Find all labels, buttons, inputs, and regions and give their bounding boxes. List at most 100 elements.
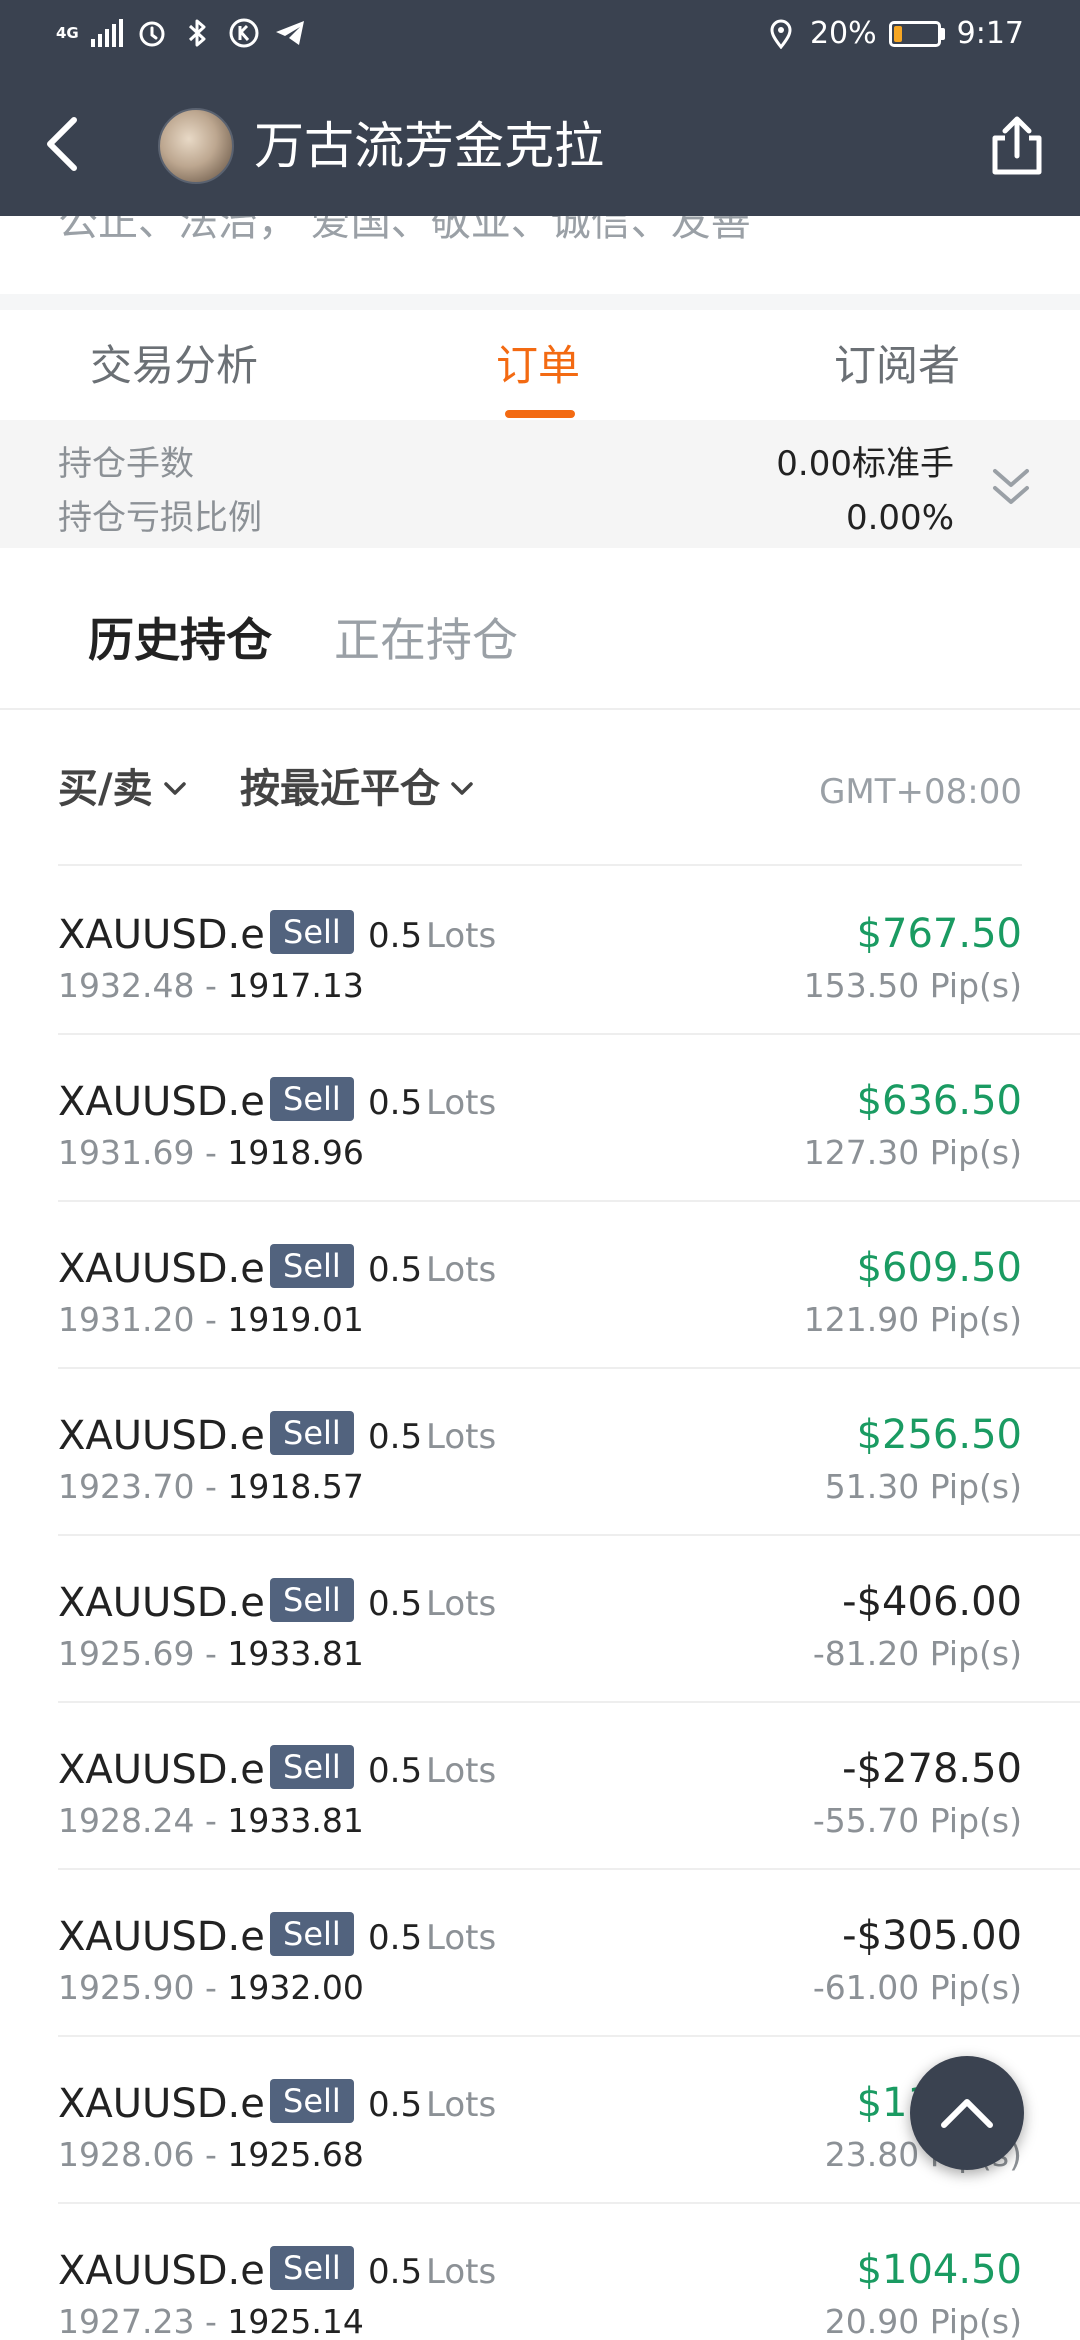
order-symbol: XAUUSD.e — [58, 1914, 265, 1960]
order-profit: -$278.50 — [842, 1746, 1022, 1792]
order-side-badge: Sell — [270, 2246, 354, 2290]
order-profit: $104.50 — [856, 2247, 1022, 2293]
k-app-icon — [227, 16, 261, 50]
order-prices: 1925.90 - 1932.00 — [58, 1966, 364, 2010]
order-close-price: 1919.01 — [227, 1300, 364, 1339]
order-close-price: 1925.14 — [227, 2302, 364, 2340]
network-type: 4G — [56, 23, 79, 42]
order-pips: 153.50 Pip(s) — [803, 966, 1022, 1005]
order-lots: 0.5 — [368, 1083, 423, 1123]
clock-time: 9:17 — [956, 16, 1024, 51]
order-pips: 51.30 Pip(s) — [824, 1467, 1022, 1506]
telegram-icon — [273, 16, 307, 50]
order-close-price: 1925.68 — [227, 2135, 364, 2174]
divider — [58, 864, 1022, 866]
chevron-left-icon — [47, 117, 77, 171]
order-open-price: 1925.90 — [58, 1968, 195, 2007]
order-lots: 0.5 — [368, 1918, 423, 1958]
order-row[interactable]: XAUUSD.e Sell 0.5 Lots 1932.48 - 1917.13 $767… — [58, 868, 1080, 1035]
alarm-icon — [135, 16, 169, 50]
sort-filter[interactable]: 按最近平仓 — [240, 764, 474, 814]
order-profit: $767.50 — [856, 911, 1022, 957]
order-row[interactable]: XAUUSD.e Sell 0.5 Lots 1931.20 - 1919.01 $609… — [58, 1202, 1080, 1369]
order-prices: 1925.69 - 1933.81 — [58, 1632, 364, 1676]
loss-ratio-value: 0.00% — [845, 498, 954, 538]
order-pips: -81.20 Pip(s) — [812, 1634, 1022, 1673]
share-button[interactable] — [982, 110, 1052, 180]
side-filter[interactable]: 买/卖 — [58, 764, 187, 814]
order-open-price: 1931.69 — [58, 1133, 195, 1172]
scroll-top-button[interactable] — [910, 2056, 1024, 2170]
tab-orders[interactable]: 订单 — [496, 340, 580, 392]
page-title: 万古流芳金克拉 — [254, 117, 604, 175]
order-lots-unit: Lots — [426, 1250, 497, 1290]
order-open-price: 1931.20 — [58, 1300, 195, 1339]
bio-text: 公正、法治， 爱国、敬业、诚信、友善 — [58, 216, 751, 245]
order-close-price: 1933.81 — [227, 1801, 364, 1840]
avatar[interactable] — [158, 108, 234, 184]
order-symbol: XAUUSD.e — [58, 912, 265, 958]
order-lots-unit: Lots — [426, 1417, 497, 1457]
position-summary: 持仓手数 0.00标准手 持仓亏损比例 0.00% — [0, 420, 1080, 548]
order-side-badge: Sell — [270, 1578, 354, 1622]
order-prices: 1931.20 - 1919.01 — [58, 1298, 364, 1342]
section-divider — [0, 294, 1080, 310]
subtab-history[interactable]: 历史持仓 — [88, 612, 272, 668]
order-close-price: 1918.57 — [227, 1467, 364, 1506]
price-separator: - — [194, 1467, 228, 1506]
expand-summary-button[interactable] — [986, 462, 1036, 512]
order-side-badge: Sell — [270, 1411, 354, 1455]
order-close-price: 1918.96 — [227, 1133, 364, 1172]
order-symbol: XAUUSD.e — [58, 1747, 265, 1793]
order-open-price: 1925.69 — [58, 1634, 195, 1673]
price-separator: - — [194, 966, 228, 1005]
order-close-price: 1933.81 — [227, 1634, 364, 1673]
battery-icon — [888, 20, 945, 47]
order-symbol: XAUUSD.e — [58, 1246, 265, 1292]
back-button[interactable] — [30, 112, 94, 176]
order-row[interactable]: XAUUSD.e Sell 0.5 Lots 1931.69 - 1918.96 $636… — [58, 1035, 1080, 1202]
order-lots-unit: Lots — [426, 2252, 497, 2292]
share-icon — [992, 116, 1042, 175]
price-separator: - — [194, 1133, 228, 1172]
order-side-badge: Sell — [270, 2079, 354, 2123]
double-chevron-down-icon — [993, 469, 1029, 504]
order-close-price: 1917.13 — [227, 966, 364, 1005]
tab-trade-analysis[interactable]: 交易分析 — [90, 340, 258, 392]
order-side-badge: Sell — [270, 1244, 354, 1288]
price-separator: - — [194, 1300, 228, 1339]
order-prices: 1923.70 - 1918.57 — [58, 1465, 364, 1509]
order-open-price: 1932.48 — [58, 966, 195, 1005]
order-row[interactable]: XAUUSD.e Sell 0.5 Lots 1928.24 - 1933.81 -$27… — [58, 1703, 1080, 1870]
chevron-up-icon — [941, 2099, 993, 2128]
order-row[interactable]: XAUUSD.e Sell 0.5 Lots 1927.23 - 1925.14 $104… — [58, 2204, 1080, 2340]
order-prices: 1928.06 - 1925.68 — [58, 2133, 364, 2177]
price-separator: - — [194, 1968, 228, 2007]
order-symbol: XAUUSD.e — [58, 2248, 265, 2294]
tab-subscribers[interactable]: 订阅者 — [834, 340, 960, 392]
order-lots-unit: Lots — [426, 2085, 497, 2125]
order-row[interactable]: XAUUSD.e Sell 0.5 Lots 1925.69 - 1933.81 -$40… — [58, 1536, 1080, 1703]
order-pips: -61.00 Pip(s) — [812, 1968, 1022, 2007]
order-symbol: XAUUSD.e — [58, 1580, 265, 1626]
order-lots: 0.5 — [368, 916, 423, 956]
order-lots: 0.5 — [368, 2252, 423, 2292]
order-profit: $636.50 — [856, 1078, 1022, 1124]
order-side-badge: Sell — [270, 1745, 354, 1789]
order-symbol: XAUUSD.e — [58, 2081, 265, 2127]
order-side-badge: Sell — [270, 1077, 354, 1121]
order-lots-unit: Lots — [426, 1918, 497, 1958]
order-row[interactable]: XAUUSD.e Sell 0.5 Lots 1925.90 - 1932.00 -$30… — [58, 1870, 1080, 2037]
subtab-open[interactable]: 正在持仓 — [334, 612, 518, 668]
location-icon — [764, 17, 798, 51]
order-row[interactable]: XAUUSD.e Sell 0.5 Lots 1923.70 - 1918.57 $256… — [58, 1369, 1080, 1536]
price-separator: - — [194, 2135, 228, 2174]
price-separator: - — [194, 1801, 228, 1840]
order-prices: 1932.48 - 1917.13 — [58, 964, 364, 1008]
order-symbol: XAUUSD.e — [58, 1413, 265, 1459]
chevron-down-icon — [163, 782, 186, 795]
order-side-badge: Sell — [270, 910, 354, 954]
order-pips: 20.90 Pip(s) — [824, 2302, 1022, 2340]
chevron-down-icon — [451, 782, 473, 795]
order-side-badge: Sell — [270, 1912, 354, 1956]
